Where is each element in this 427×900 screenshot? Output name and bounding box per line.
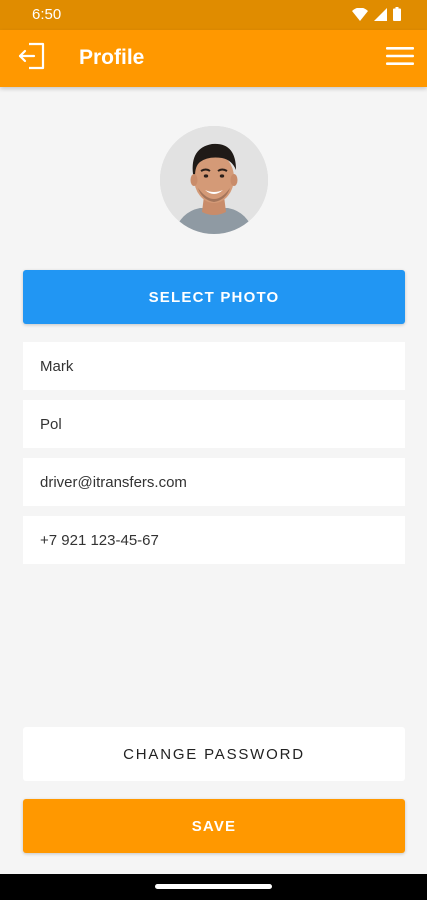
status-icons: [352, 7, 401, 26]
avatar: [160, 126, 268, 234]
page-title: Profile: [79, 46, 145, 69]
first-name-field[interactable]: [23, 342, 405, 390]
logout-button[interactable]: [16, 42, 48, 74]
email-input[interactable]: [40, 473, 388, 491]
phone-input[interactable]: [40, 531, 388, 549]
app-bar: Profile: [0, 30, 427, 87]
phone-field[interactable]: [23, 516, 405, 564]
first-name-input[interactable]: [40, 357, 388, 375]
wifi-icon: [352, 7, 368, 26]
hamburger-menu-icon: [386, 45, 414, 72]
signal-icon: [374, 7, 387, 26]
profile-photo: [160, 126, 268, 234]
system-navigation-bar: [0, 874, 427, 900]
last-name-input[interactable]: [40, 415, 388, 433]
change-password-button[interactable]: CHANGE PASSWORD: [23, 727, 405, 781]
logout-icon: [17, 41, 47, 76]
last-name-field[interactable]: [23, 400, 405, 448]
select-photo-button[interactable]: SELECT PHOTO: [23, 270, 405, 324]
menu-button[interactable]: [385, 44, 415, 72]
home-gesture-handle[interactable]: [155, 884, 272, 889]
save-button[interactable]: SAVE: [23, 799, 405, 853]
email-field[interactable]: [23, 458, 405, 506]
status-time: 6:50: [32, 6, 62, 23]
battery-icon: [393, 7, 401, 26]
status-bar: 6:50: [0, 0, 427, 30]
